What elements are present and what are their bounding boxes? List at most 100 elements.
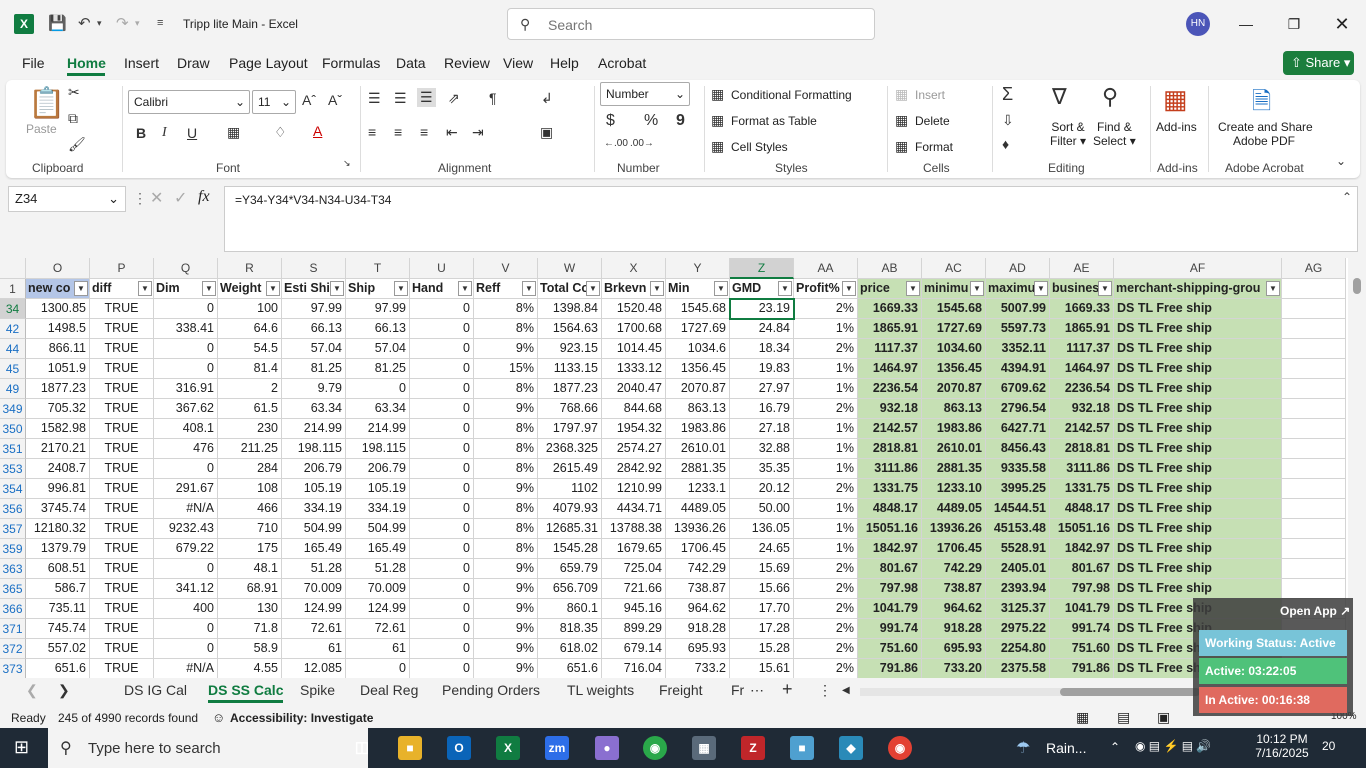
table-cell[interactable]: 8% <box>474 379 538 399</box>
table-cell[interactable]: DS TL Free ship <box>1114 579 1282 599</box>
table-cell[interactable]: 211.25 <box>218 439 282 459</box>
column-header[interactable]: X <box>602 258 666 279</box>
table-cell[interactable]: 1034.60 <box>922 339 986 359</box>
table-cell[interactable]: DS TL Free ship <box>1114 419 1282 439</box>
format-as-table-button[interactable]: Format as Table <box>731 114 817 128</box>
table-cell[interactable]: 338.41 <box>154 319 218 339</box>
italic-button[interactable]: I <box>162 125 167 141</box>
filter-dropdown-icon[interactable]: ▼ <box>1098 281 1112 296</box>
next-sheet-icon[interactable]: ❯ <box>58 682 70 699</box>
table-cell[interactable]: TRUE <box>90 499 154 519</box>
table-cell[interactable]: 733.2 <box>666 659 730 678</box>
table-cell[interactable]: 0 <box>410 659 474 678</box>
table-cell[interactable]: 751.60 <box>858 639 922 659</box>
table-cell[interactable]: #N/A <box>154 659 218 678</box>
table-cell[interactable]: 2% <box>794 559 858 579</box>
row-header[interactable]: 373 <box>0 659 26 678</box>
table-cell[interactable]: 4434.71 <box>602 499 666 519</box>
table-cell[interactable]: 2% <box>794 659 858 678</box>
table-cell[interactable]: 1051.9 <box>26 359 90 379</box>
table-cell[interactable]: 2% <box>794 479 858 499</box>
cell-styles-icon[interactable]: ▦ <box>711 138 724 155</box>
align-middle-icon[interactable]: ☰ <box>394 90 407 107</box>
table-cell[interactable]: 81.25 <box>346 359 410 379</box>
table-cell[interactable]: TRUE <box>90 479 154 499</box>
table-cell[interactable]: 12685.31 <box>538 519 602 539</box>
table-cell[interactable]: 15.69 <box>730 559 794 579</box>
increase-font-icon[interactable]: Aˆ <box>302 92 316 108</box>
filter-dropdown-icon[interactable]: ▼ <box>778 281 792 296</box>
table-cell[interactable]: 818.35 <box>538 619 602 639</box>
table-cell[interactable]: 2% <box>794 599 858 619</box>
table-cell[interactable]: 0 <box>410 519 474 539</box>
column-header[interactable]: V <box>474 258 538 279</box>
more-options-icon[interactable]: ⋮ <box>133 190 147 207</box>
table-cell[interactable]: TRUE <box>90 339 154 359</box>
align-right-icon[interactable]: ≡ <box>420 124 428 140</box>
table-cell[interactable]: 9% <box>474 339 538 359</box>
column-header[interactable]: AB <box>858 258 922 279</box>
table-cell[interactable]: 679.14 <box>602 639 666 659</box>
table-cell[interactable]: 8% <box>474 439 538 459</box>
table-cell[interactable]: 2842.92 <box>602 459 666 479</box>
minimize-icon[interactable]: — <box>1231 10 1261 38</box>
column-header[interactable]: AC <box>922 258 986 279</box>
table-cell[interactable]: 2070.87 <box>922 379 986 399</box>
filter-dropdown-icon[interactable]: ▼ <box>458 281 472 296</box>
sheet-options-icon[interactable]: ⋮ <box>818 682 832 699</box>
table-cell[interactable]: 45153.48 <box>986 519 1050 539</box>
table-cell[interactable]: 1464.97 <box>858 359 922 379</box>
menu-acrobat[interactable]: Acrobat <box>598 55 646 71</box>
number-format-select[interactable]: Number ⌄ <box>600 82 690 106</box>
table-cell[interactable]: 1% <box>794 459 858 479</box>
table-cell[interactable]: DS TL Free ship <box>1114 399 1282 419</box>
table-cell[interactable]: 4394.91 <box>986 359 1050 379</box>
table-cell[interactable]: 1564.63 <box>538 319 602 339</box>
empty-cell[interactable] <box>1282 479 1346 499</box>
table-cell[interactable]: 165.49 <box>282 539 346 559</box>
table-cell[interactable]: 2610.01 <box>666 439 730 459</box>
tray-icons[interactable]: ◉ ▤ ⚡ ▤ 🔊 <box>1135 739 1211 753</box>
file-explorer-icon[interactable]: ■ <box>398 736 422 760</box>
decrease-font-icon[interactable]: Aˇ <box>328 92 342 108</box>
scrollbar-thumb[interactable] <box>1353 278 1361 294</box>
accessibility-status[interactable]: Accessibility: Investigate <box>230 711 373 725</box>
table-cell[interactable]: 334.19 <box>282 499 346 519</box>
table-cell[interactable]: 651.6 <box>538 659 602 678</box>
table-cell[interactable]: 557.02 <box>26 639 90 659</box>
normal-view-icon[interactable]: ▦ <box>1076 709 1089 726</box>
table-cell[interactable]: 206.79 <box>282 459 346 479</box>
outlook-icon[interactable]: O <box>447 736 471 760</box>
table-cell[interactable]: 801.67 <box>1050 559 1114 579</box>
row-header[interactable]: 350 <box>0 419 26 439</box>
table-cell[interactable]: 0 <box>346 659 410 678</box>
sort-filter-button[interactable]: Sort & Filter ▾ <box>1050 120 1086 148</box>
table-cell[interactable]: 230 <box>218 419 282 439</box>
table-cell[interactable]: 4.55 <box>218 659 282 678</box>
table-cell[interactable]: 48.1 <box>218 559 282 579</box>
empty-cell[interactable] <box>1282 459 1346 479</box>
table-cell[interactable]: 57.04 <box>282 339 346 359</box>
table-cell[interactable]: 1% <box>794 359 858 379</box>
table-cell[interactable]: 2170.21 <box>26 439 90 459</box>
cell-styles-button[interactable]: Cell Styles <box>731 140 788 154</box>
table-cell[interactable]: 214.99 <box>346 419 410 439</box>
borders-icon[interactable]: ▦ <box>227 124 240 141</box>
table-cell[interactable]: 2142.57 <box>858 419 922 439</box>
table-cell[interactable]: 918.28 <box>666 619 730 639</box>
table-header-cell[interactable]: minimu ▼ <box>922 279 986 299</box>
table-cell[interactable]: 0 <box>410 499 474 519</box>
empty-cell[interactable] <box>1282 359 1346 379</box>
table-cell[interactable]: 586.7 <box>26 579 90 599</box>
table-cell[interactable]: 108 <box>218 479 282 499</box>
table-cell[interactable]: 0 <box>346 379 410 399</box>
table-cell[interactable]: 0 <box>410 419 474 439</box>
table-cell[interactable]: 32.88 <box>730 439 794 459</box>
table-cell[interactable]: 476 <box>154 439 218 459</box>
table-cell[interactable]: 1877.23 <box>538 379 602 399</box>
empty-cell[interactable] <box>1282 439 1346 459</box>
table-cell[interactable]: 751.60 <box>1050 639 1114 659</box>
filter-dropdown-icon[interactable]: ▼ <box>1034 281 1048 296</box>
table-cell[interactable]: 735.11 <box>26 599 90 619</box>
table-cell[interactable]: 68.91 <box>218 579 282 599</box>
